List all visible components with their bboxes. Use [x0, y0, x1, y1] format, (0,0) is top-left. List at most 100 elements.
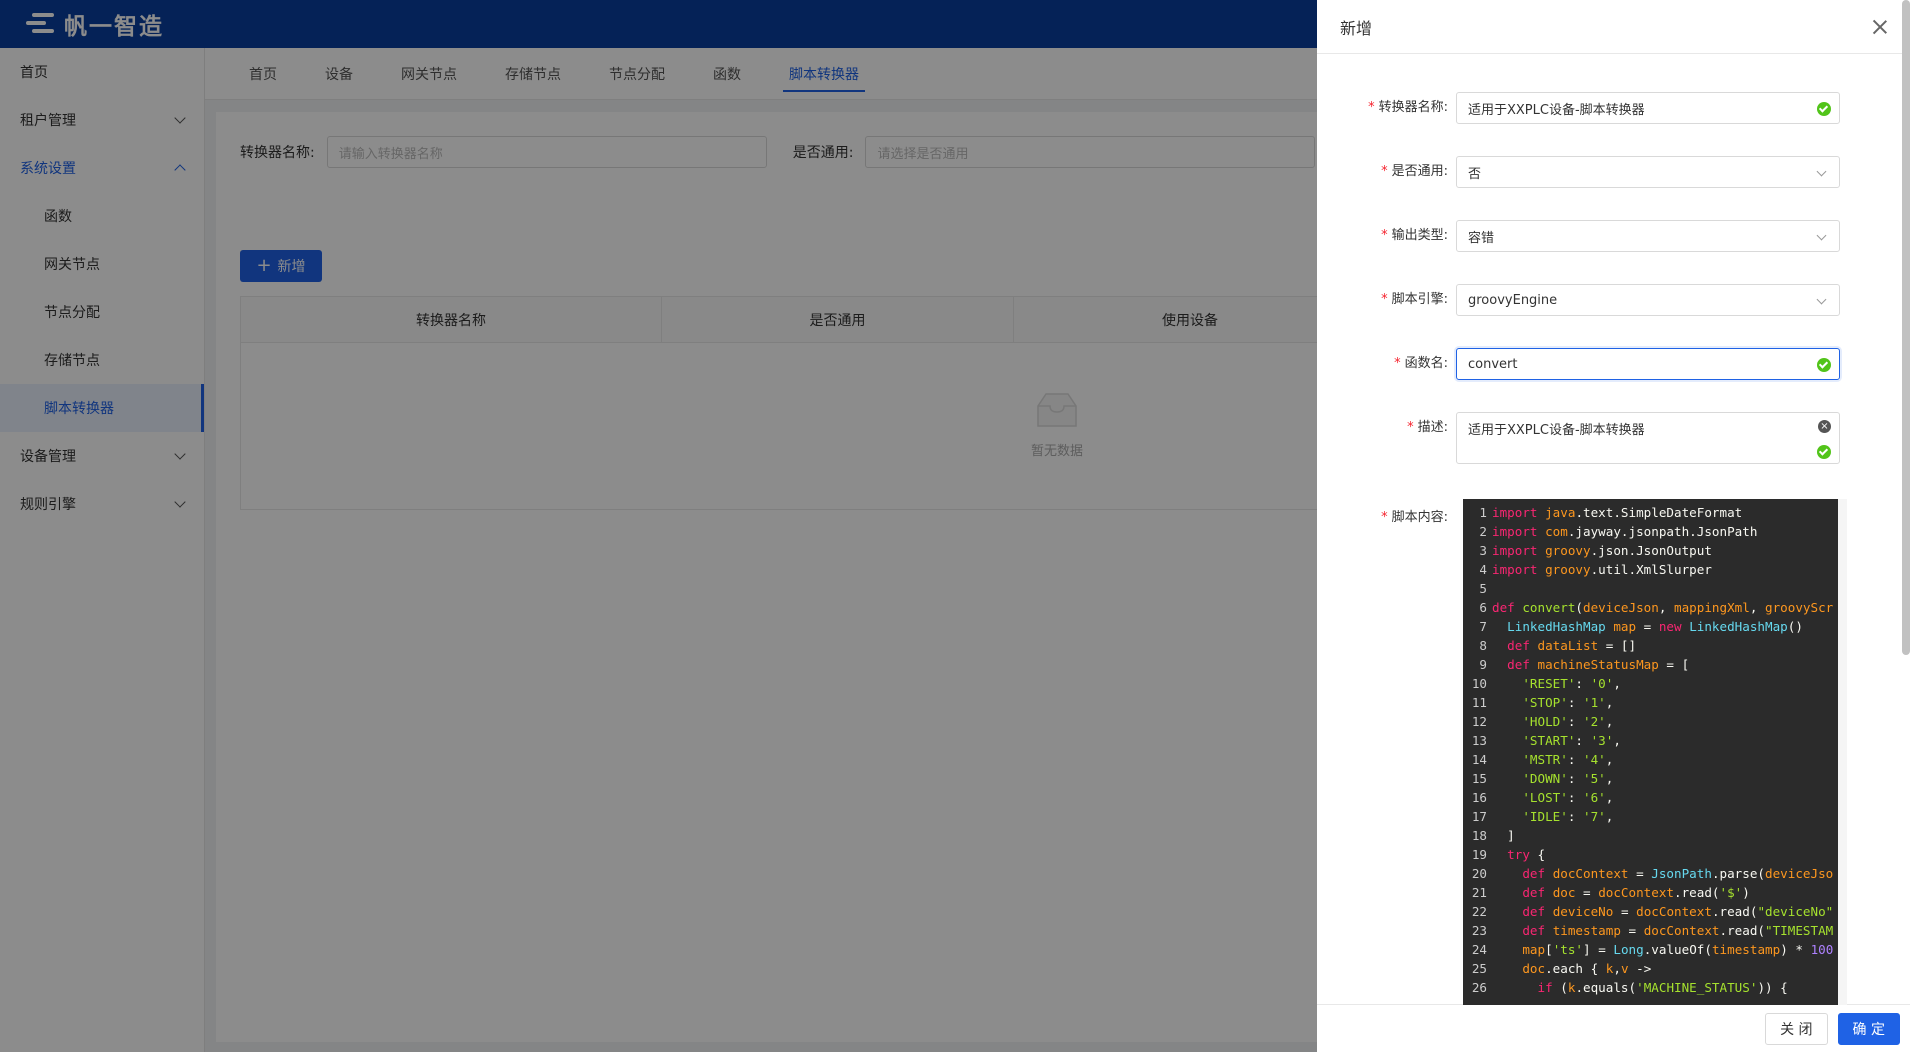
- code-text: 'START': '3',: [1522, 733, 1621, 748]
- name-field[interactable]: 适用于XXPLC设备-脚本转换器: [1456, 92, 1840, 124]
- code-line: 3 import groovy.json.JsonOutput: [1463, 541, 1838, 560]
- code-line: 25 doc.each { k,v ->: [1463, 959, 1838, 978]
- engine-field-label: * 脚本引擎:: [1381, 292, 1448, 307]
- output-type-select[interactable]: 容错: [1456, 220, 1840, 252]
- code-text: import groovy.util.XmlSlurper: [1492, 562, 1712, 577]
- code-text: def deviceNo = docContext.read("deviceNo…: [1522, 904, 1834, 919]
- line-number: 1: [1479, 505, 1487, 520]
- line-number: 25: [1471, 961, 1487, 976]
- code-text: def machineStatusMap = [: [1507, 657, 1690, 672]
- form-row-output: * 输出类型: 容错: [1317, 220, 1902, 252]
- output-type-value: 容错: [1468, 230, 1495, 246]
- code-line: 8 def dataList = []: [1463, 636, 1838, 655]
- code-line: 23 def timestamp = docContext.read("TIME…: [1463, 921, 1838, 940]
- code-text: ]: [1492, 828, 1515, 843]
- engine-label-text: 脚本引擎:: [1391, 292, 1448, 307]
- script-label-text: 脚本内容:: [1391, 510, 1448, 525]
- code-text: doc.each { k,v ->: [1522, 961, 1652, 976]
- description-label-text: 描述:: [1417, 420, 1448, 435]
- line-number: 15: [1471, 771, 1487, 786]
- function-label-text: 函数名:: [1404, 356, 1448, 371]
- code-text: import java.text.SimpleDateFormat: [1492, 505, 1743, 520]
- drawer-header: 新增: [1317, 0, 1910, 54]
- code-text: 'RESET': '0',: [1522, 676, 1621, 691]
- line-number: 23: [1471, 923, 1487, 938]
- function-name-input[interactable]: convert: [1456, 348, 1840, 380]
- line-number: 2: [1479, 524, 1487, 539]
- code-line: 12 'HOLD': '2',: [1463, 712, 1838, 731]
- line-number: 22: [1471, 904, 1487, 919]
- script-engine-value: groovyEngine: [1468, 292, 1558, 308]
- line-number: 9: [1479, 657, 1487, 672]
- line-number: 10: [1471, 676, 1487, 691]
- common-select-value: 否: [1468, 166, 1482, 182]
- code-text: map['ts'] = Long.valueOf(timestamp) * 10…: [1522, 942, 1834, 957]
- script-engine-select[interactable]: groovyEngine: [1456, 284, 1840, 316]
- line-number: 17: [1471, 809, 1487, 824]
- code-text: 'IDLE': '7',: [1522, 809, 1614, 824]
- clear-icon[interactable]: ×: [1818, 420, 1831, 433]
- line-number: 26: [1471, 980, 1487, 995]
- code-line: 4 import groovy.util.XmlSlurper: [1463, 560, 1838, 579]
- common-field-label: * 是否通用:: [1381, 164, 1448, 179]
- line-number: 6: [1479, 600, 1487, 615]
- code-line: 11 'STOP': '1',: [1463, 693, 1838, 712]
- code-text: def timestamp = docContext.read("TIMESTA…: [1522, 923, 1834, 938]
- line-number: 14: [1471, 752, 1487, 767]
- code-text: 'DOWN': '5',: [1522, 771, 1614, 786]
- drawer-scrollbar[interactable]: [1902, 0, 1910, 655]
- line-number: 24: [1471, 942, 1487, 957]
- drawer-title: 新增: [1340, 18, 1373, 38]
- confirm-button[interactable]: 确 定: [1837, 1012, 1900, 1045]
- function-field-label: * 函数名:: [1394, 356, 1448, 371]
- code-line: 18 ]: [1463, 826, 1838, 845]
- line-number: 16: [1471, 790, 1487, 805]
- code-line: 22 def deviceNo = docContext.read("devic…: [1463, 902, 1838, 921]
- output-field-label: * 输出类型:: [1381, 228, 1448, 243]
- line-number: 13: [1471, 733, 1487, 748]
- code-line: 10 'RESET': '0',: [1463, 674, 1838, 693]
- code-line: 6 def convert(deviceJson, mappingXml, gro…: [1463, 598, 1838, 617]
- code-line: 15 'DOWN': '5',: [1463, 769, 1838, 788]
- script-code-editor[interactable]: 1 import java.text.SimpleDateFormat 2 impor…: [1463, 499, 1847, 1005]
- name-field-value: 适用于XXPLC设备-脚本转换器: [1468, 102, 1645, 118]
- code-text: LinkedHashMap map = new LinkedHashMap(): [1507, 619, 1803, 634]
- line-number: 21: [1471, 885, 1487, 900]
- code-line: 19 try {: [1463, 845, 1838, 864]
- code-line: 5: [1463, 579, 1838, 598]
- code-text: def doc = docContext.read('$'): [1522, 885, 1750, 900]
- form-row-engine: * 脚本引擎: groovyEngine: [1317, 284, 1902, 316]
- check-circle-icon: [1817, 102, 1831, 116]
- description-value: 适用于XXPLC设备-脚本转换器: [1468, 423, 1645, 438]
- code-line: 9 def machineStatusMap = [: [1463, 655, 1838, 674]
- name-field-label: * 转换器名称:: [1368, 100, 1448, 115]
- description-textarea[interactable]: 适用于XXPLC设备-脚本转换器 ×: [1456, 412, 1840, 464]
- close-button[interactable]: 关 闭: [1765, 1012, 1828, 1045]
- code-text: import com.jayway.jsonpath.JsonPath: [1492, 524, 1758, 539]
- code-line: 13 'START': '3',: [1463, 731, 1838, 750]
- code-text: import groovy.json.JsonOutput: [1492, 543, 1712, 558]
- code-line: 24 map['ts'] = Long.valueOf(timestamp) *…: [1463, 940, 1838, 959]
- form-row-common: * 是否通用: 否: [1317, 156, 1902, 188]
- line-number: 8: [1479, 638, 1487, 653]
- form-row-function: * 函数名: convert: [1317, 348, 1902, 380]
- code-text: def convert(deviceJson, mappingXml, groo…: [1492, 600, 1834, 615]
- line-number: 19: [1471, 847, 1487, 862]
- code-line: 14 'MSTR': '4',: [1463, 750, 1838, 769]
- code-text: def docContext = JsonPath.parse(deviceJs…: [1522, 866, 1834, 881]
- common-label-text: 是否通用:: [1391, 164, 1448, 179]
- chevron-down-icon: [1816, 166, 1827, 177]
- code-line: 16 'LOST': '6',: [1463, 788, 1838, 807]
- close-icon[interactable]: [1872, 19, 1888, 35]
- line-number: 5: [1479, 581, 1487, 596]
- line-number: 20: [1471, 866, 1487, 881]
- code-text: 'STOP': '1',: [1522, 695, 1614, 710]
- drawer-footer: 关 闭 确 定: [1317, 1004, 1910, 1052]
- check-circle-icon: [1817, 358, 1831, 372]
- line-number: 12: [1471, 714, 1487, 729]
- common-select-field[interactable]: 否: [1456, 156, 1840, 188]
- code-line: 7 LinkedHashMap map = new LinkedHashMap(…: [1463, 617, 1838, 636]
- line-number: 4: [1479, 562, 1487, 577]
- line-number: 11: [1471, 695, 1487, 710]
- code-line: 20 def docContext = JsonPath.parse(devic…: [1463, 864, 1838, 883]
